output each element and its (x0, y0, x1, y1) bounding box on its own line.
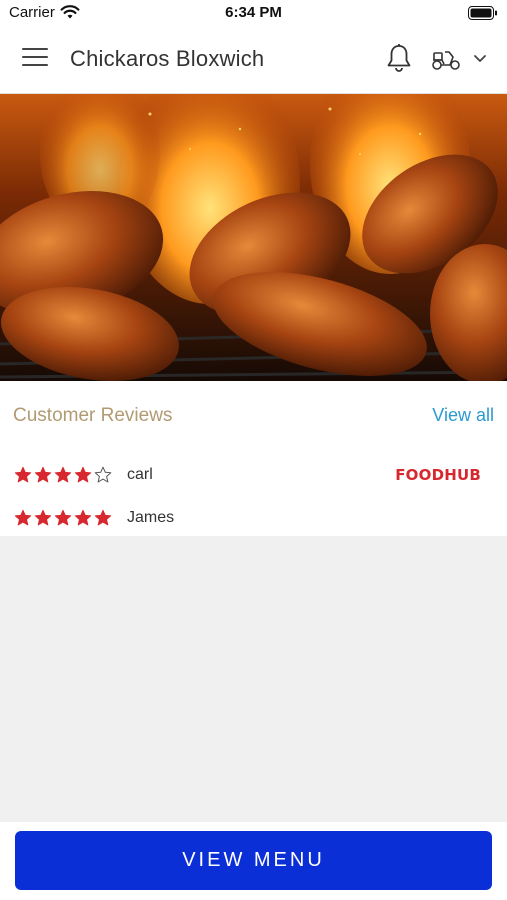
star-empty-icon (94, 466, 112, 483)
review-item: James (14, 506, 174, 530)
app-header: Chickaros Bloxwich (0, 26, 507, 94)
bell-icon[interactable] (385, 43, 413, 73)
menu-icon[interactable] (22, 48, 48, 70)
star-rating (14, 509, 114, 527)
star-filled-icon (14, 466, 32, 483)
battery-icon (468, 6, 498, 25)
star-filled-icon (34, 509, 52, 526)
grilled-chicken-wings-image (0, 94, 507, 381)
star-filled-icon (54, 509, 72, 526)
star-rating (14, 466, 114, 484)
star-filled-icon (54, 466, 72, 483)
star-filled-icon (74, 509, 92, 526)
page-title: Chickaros Bloxwich (70, 46, 265, 71)
star-filled-icon (14, 509, 32, 526)
review-item: carl (14, 463, 153, 487)
foodhub-logo: FOODHUB (395, 466, 481, 484)
status-bar: Carrier 6:34 PM (0, 0, 507, 26)
reviews-title: Customer Reviews (13, 405, 173, 426)
customer-reviews-section: Customer Reviews View all carl James FOO… (0, 381, 507, 536)
reviewer-name: carl (127, 466, 153, 483)
star-filled-icon (34, 466, 52, 483)
star-filled-icon (74, 466, 92, 483)
bottom-bar: VIEW MENU (0, 822, 507, 900)
app-screen: Carrier 6:34 PM Chickaros Bloxwich Custo… (0, 0, 507, 900)
view-menu-button[interactable]: VIEW MENU (15, 831, 492, 890)
view-all-link[interactable]: View all (432, 405, 494, 426)
star-filled-icon (94, 509, 112, 526)
reviewer-name: James (127, 509, 175, 526)
delivery-scooter-icon[interactable] (430, 46, 462, 72)
chevron-down-icon[interactable] (472, 52, 488, 64)
clock: 6:34 PM (225, 4, 282, 21)
